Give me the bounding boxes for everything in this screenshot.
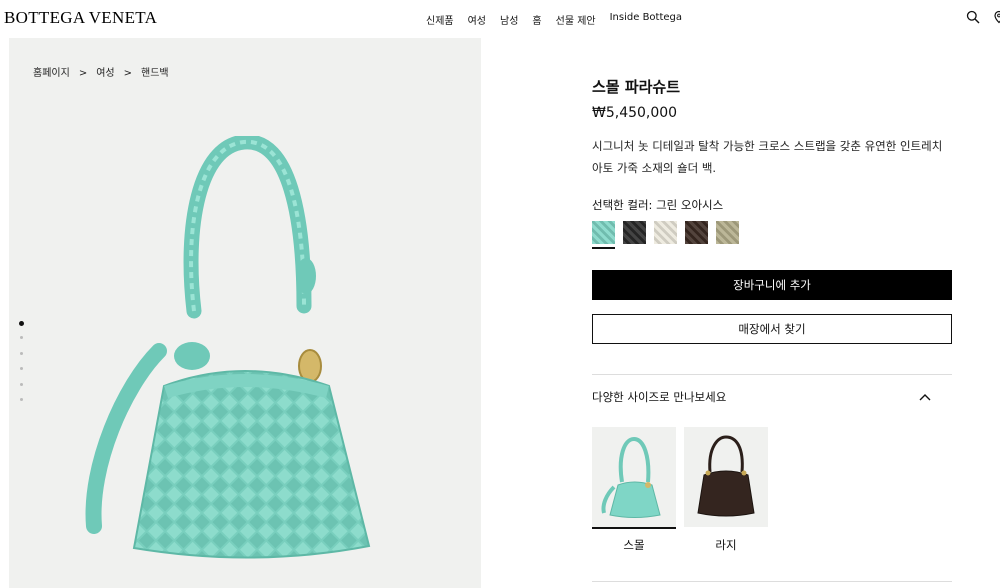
pagination-dot-3[interactable] [20,351,23,355]
product-description: 시그니처 놋 디테일과 탈착 가능한 크로스 스트랩을 갖춘 유연한 인트레치아… [592,139,943,175]
add-to-cart-button[interactable]: 장바구니에 추가 [592,270,952,300]
pagination-dot-2[interactable] [20,336,23,339]
size-option-large[interactable]: 라지 [684,427,768,553]
nav-item-women[interactable]: 여성 [468,12,486,27]
breadcrumb: 홈페이지 > 여성 > 핸드백 [33,64,169,79]
product-gallery[interactable]: 홈페이지 > 여성 > 핸드백 [9,38,481,588]
pagination-dot-6[interactable] [20,398,23,401]
pagination-dot-4[interactable] [20,367,23,370]
breadcrumb-separator: > [78,68,88,79]
search-icon[interactable] [966,10,980,24]
breadcrumb-handbags[interactable]: 핸드백 [141,68,169,79]
swatch-cream[interactable] [654,221,677,244]
breadcrumb-women[interactable]: 여성 [96,68,114,79]
chevron-up-icon[interactable] [918,392,932,402]
gallery-pagination [19,321,24,414]
product-name: 스몰 파라슈트 [592,78,681,96]
breadcrumb-home[interactable]: 홈페이지 [33,68,70,79]
site-header: BOTTEGA VENETA 신제품 여성 남성 홈 선물 제안 Inside … [0,0,1000,36]
nav-item-new[interactable]: 신제품 [426,12,454,27]
product-image [85,136,371,559]
main-nav: 신제품 여성 남성 홈 선물 제안 Inside Bottega [426,12,696,27]
pagination-dot-5[interactable] [20,382,23,386]
size-label-large: 라지 [715,538,737,552]
swatch-olive-taupe[interactable] [716,221,739,244]
nav-item-inside-bottega[interactable]: Inside Bottega [610,12,682,27]
selected-color-label: 선택한 컬러: 그린 오아시스 [592,198,724,212]
product-price: ₩5,450,000 [592,105,678,121]
nav-item-men[interactable]: 남성 [500,12,518,27]
nav-item-gifts[interactable]: 선물 제안 [556,12,596,27]
size-options: 스몰 라지 [592,427,952,553]
nav-item-home[interactable]: 홈 [532,12,541,27]
small-bag-thumbnail [601,436,661,518]
breadcrumb-separator: > [123,68,132,79]
swatch-black[interactable] [623,221,646,244]
location-icon[interactable] [992,10,1000,24]
large-bag-thumbnail [697,435,755,517]
size-thumbnail [592,427,676,529]
pagination-dot-1[interactable] [19,321,24,326]
find-in-store-button[interactable]: 매장에서 찾기 [592,314,952,344]
sizes-accordion-header[interactable]: 다양한 사이즈로 만나보세요 [592,375,952,419]
swatch-green-oasis[interactable] [592,221,615,249]
divider [592,581,952,582]
color-swatches [592,221,952,249]
sizes-heading: 다양한 사이즈로 만나보세요 [592,390,727,404]
size-thumbnail [684,427,768,527]
brand-logo[interactable]: BOTTEGA VENETA [4,8,157,28]
size-option-small[interactable]: 스몰 [592,427,676,553]
product-info: 스몰 파라슈트 ₩5,450,000 시그니처 놋 디테일과 탈착 가능한 크로… [592,76,952,582]
swatch-dark-brown[interactable] [685,221,708,244]
size-label-small: 스몰 [623,538,645,552]
